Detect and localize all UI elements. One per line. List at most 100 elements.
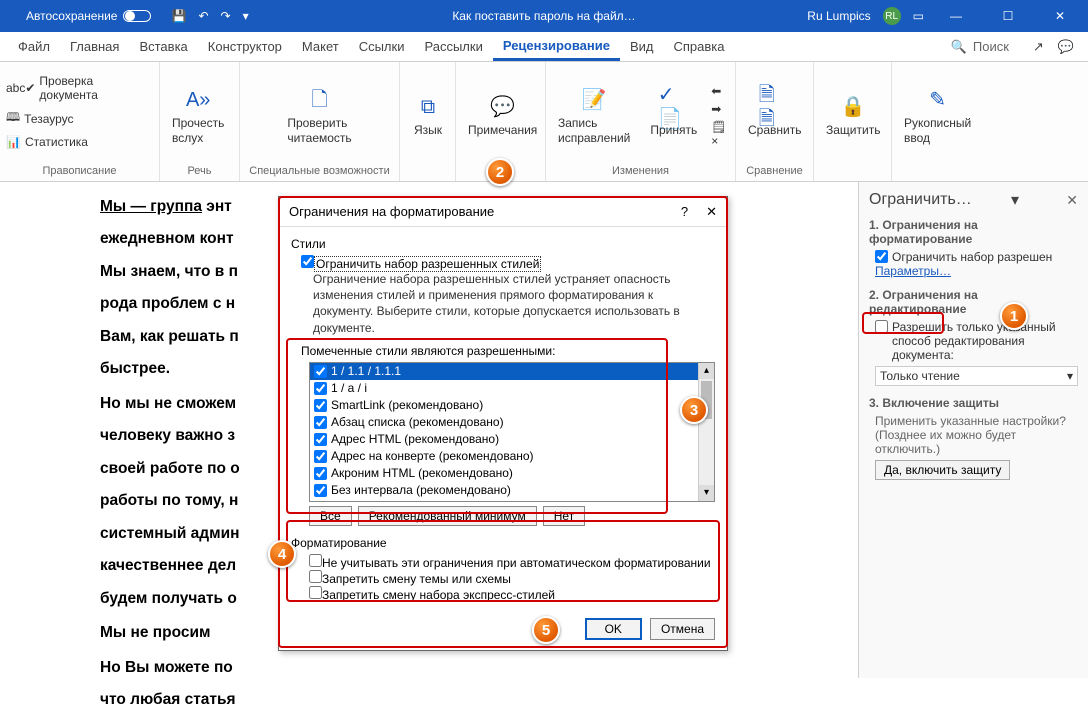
select-none-button[interactable]: Нет: [543, 506, 585, 526]
ok-button[interactable]: OK: [585, 618, 642, 640]
limit-styles-checkbox[interactable]: [875, 250, 888, 263]
doc-line-7: Но мы не сможем: [100, 395, 236, 412]
formatting-restrictions-dialog: Ограничения на форматирование ? ✕ Стили …: [278, 196, 728, 651]
user-name[interactable]: Ru Lumpics: [807, 9, 870, 23]
style-cb-2[interactable]: [314, 399, 327, 412]
limit-styles-dlg-checkbox[interactable]: [301, 255, 314, 268]
stats-icon: 📊: [6, 135, 21, 149]
block-theme-checkbox[interactable]: [309, 570, 322, 583]
style-item-5: Адрес на конверте (рекомендовано): [331, 449, 534, 463]
ignore-autoformat-label: Не учитывать эти ограничения при автомат…: [322, 556, 711, 570]
group-changes: Изменения: [552, 165, 729, 179]
language-button[interactable]: ⧉Язык: [406, 91, 450, 139]
thesaurus-button[interactable]: 🕮Тезаурус: [6, 106, 74, 131]
doc-line-2: ежедневном конт: [100, 230, 234, 247]
comments-icon[interactable]: 💬: [1058, 39, 1074, 55]
compare-button[interactable]: 🗎🗎Сравнить: [742, 91, 807, 139]
doc-line-15: Но Вы можете по: [100, 659, 233, 676]
block-quickstyles-label: Запретить смену набора экспресс-стилей: [322, 588, 555, 602]
accept-button[interactable]: ✓📄Принять: [644, 91, 703, 139]
ink-button[interactable]: ✎Рукописный ввод: [898, 84, 977, 147]
reject-icon[interactable]: 🗒×: [711, 120, 729, 148]
prev-change-icon[interactable]: ⬅: [711, 84, 729, 98]
style-cb-7[interactable]: [314, 484, 327, 497]
group-compare: Сравнение: [742, 165, 807, 179]
settings-link[interactable]: Параметры…: [875, 264, 1078, 278]
track-icon: 📝: [578, 86, 610, 114]
track-changes-button[interactable]: 📝Запись исправлений: [552, 84, 636, 147]
pane-sec1-title: 1. Ограничения на форматирование: [869, 218, 1078, 246]
redo-icon[interactable]: ↷: [221, 9, 231, 23]
tab-design[interactable]: Конструктор: [198, 32, 292, 61]
style-cb-8[interactable]: [314, 501, 327, 502]
accessibility-button[interactable]: 🗋Проверить читаемость: [281, 84, 357, 147]
editing-mode-dropdown[interactable]: Только чтение▾: [875, 366, 1078, 386]
styles-listbox[interactable]: 1 / 1.1 / 1.1.1 1 / a / i SmartLink (рек…: [309, 362, 715, 502]
tab-file[interactable]: Файл: [8, 32, 60, 61]
style-cb-0[interactable]: [314, 365, 327, 378]
pane-sec3-title: 3. Включение защиты: [869, 396, 1078, 410]
formatting-group-label: Форматирование: [291, 536, 715, 550]
undo-icon[interactable]: ↶: [198, 9, 208, 23]
doc-line-3: Мы знаем, что в п: [100, 263, 238, 280]
minimize-icon[interactable]: —: [936, 9, 976, 23]
style-cb-1[interactable]: [314, 382, 327, 395]
group-proofing: Правописание: [6, 165, 153, 179]
group-speech: Речь: [166, 165, 233, 179]
share-icon[interactable]: ↗: [1033, 39, 1044, 55]
tab-mailings[interactable]: Рассылки: [414, 32, 492, 61]
maximize-icon[interactable]: ☐: [988, 9, 1028, 23]
protect-hint: Применить указанные настройки? (Позднее …: [875, 414, 1078, 456]
help-icon[interactable]: ?: [681, 204, 688, 220]
tab-help[interactable]: Справка: [664, 32, 735, 61]
pane-close-icon[interactable]: ✕: [1066, 192, 1078, 209]
listbox-scrollbar[interactable]: ▴▾: [698, 363, 714, 501]
ignore-autoformat-checkbox[interactable]: [309, 554, 322, 567]
save-icon[interactable]: 💾: [171, 9, 186, 23]
autosave-label: Автосохранение: [26, 9, 117, 23]
tab-review[interactable]: Рецензирование: [493, 32, 620, 61]
block-quickstyles-checkbox[interactable]: [309, 586, 322, 599]
style-cb-4[interactable]: [314, 433, 327, 446]
styles-description: Ограничение набора разрешенных стилей ус…: [313, 271, 715, 336]
tab-layout[interactable]: Макет: [292, 32, 349, 61]
search-label[interactable]: Поиск: [973, 39, 1009, 54]
dialog-title: Ограничения на форматирование: [289, 204, 494, 219]
read-aloud-button[interactable]: A»Прочесть вслух: [166, 84, 230, 147]
doc-line-13: будем получать о: [100, 590, 237, 607]
cancel-button[interactable]: Отмена: [650, 618, 715, 640]
next-change-icon[interactable]: ➡: [711, 102, 729, 116]
tab-home[interactable]: Главная: [60, 32, 129, 61]
style-item-3: Абзац списка (рекомендовано): [331, 415, 504, 429]
restrict-editing-pane: Ограничить… ▾ ✕ 1. Ограничения на формат…: [858, 182, 1088, 678]
doc-line-16: что любая статья: [100, 691, 236, 708]
dialog-close-icon[interactable]: ✕: [706, 204, 717, 220]
tab-references[interactable]: Ссылки: [349, 32, 415, 61]
style-cb-3[interactable]: [314, 416, 327, 429]
avatar[interactable]: RL: [883, 7, 901, 25]
style-item-7: Без интервала (рекомендовано): [331, 483, 511, 497]
style-item-8: Веб-таблица 1: [331, 500, 412, 502]
autosave-toggle[interactable]: [123, 10, 151, 22]
pane-drop-icon[interactable]: ▾: [1011, 190, 1019, 210]
tab-insert[interactable]: Вставка: [129, 32, 197, 61]
recommended-min-button[interactable]: Рекомендованный минимум: [358, 506, 537, 526]
doc-line-11: системный админ: [100, 525, 240, 542]
group-accessibility: Специальные возможности: [246, 165, 393, 179]
wordcount-button[interactable]: 📊Статистика: [6, 133, 88, 151]
limit-styles-label: Ограничить набор разрешен: [892, 250, 1052, 264]
ribbon-display-icon[interactable]: ▭: [913, 9, 924, 23]
close-icon[interactable]: ✕: [1040, 9, 1080, 23]
restrict-editing-checkbox[interactable]: [875, 320, 888, 333]
pen-icon: ✎: [922, 86, 954, 114]
comments-button[interactable]: 💬Примечания: [462, 91, 543, 139]
list-label: Помеченные стили являются разрешенными:: [301, 344, 715, 358]
style-cb-5[interactable]: [314, 450, 327, 463]
select-all-button[interactable]: Все: [309, 506, 352, 526]
enable-protection-button[interactable]: Да, включить защиту: [875, 460, 1010, 480]
protect-button[interactable]: 🔒Защитить: [820, 91, 886, 139]
spellcheck-button[interactable]: abc✔Проверка документа: [6, 72, 153, 104]
style-cb-6[interactable]: [314, 467, 327, 480]
tab-view[interactable]: Вид: [620, 32, 664, 61]
qat-drop-icon[interactable]: ▾: [243, 9, 249, 23]
